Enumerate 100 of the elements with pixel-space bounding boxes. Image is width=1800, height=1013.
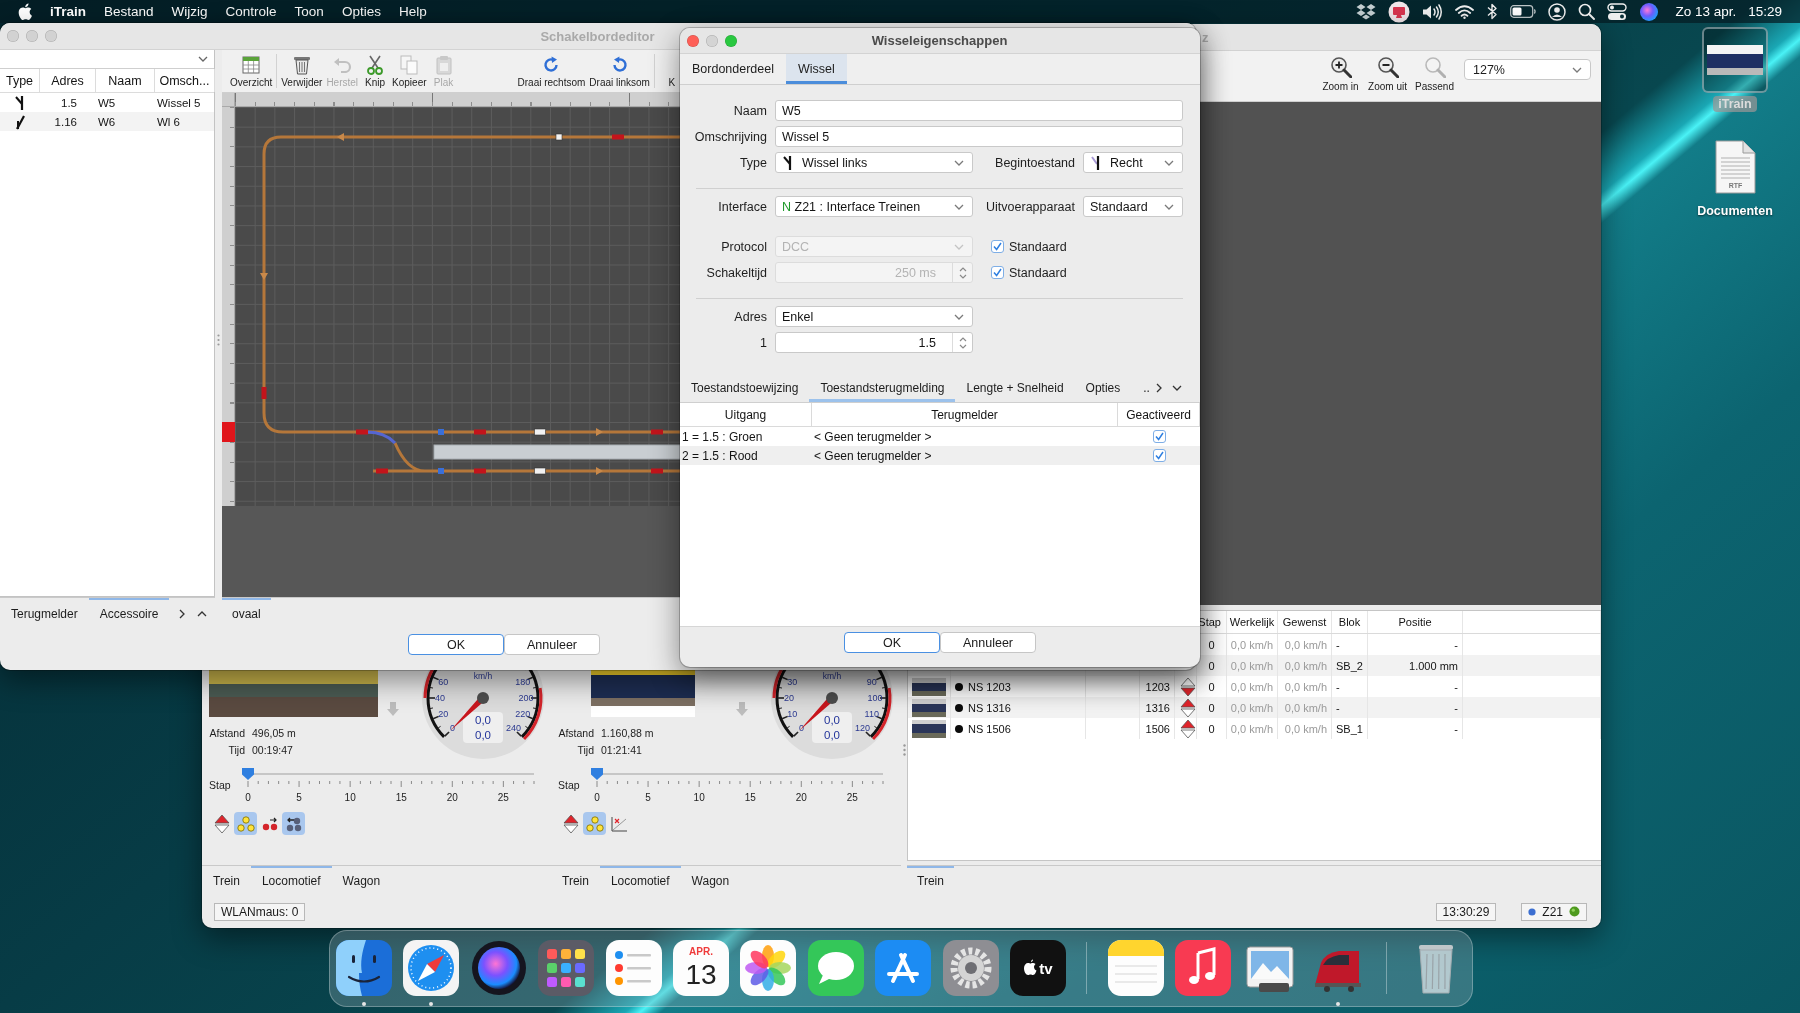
output-device-select[interactable]: Standaard (1083, 196, 1183, 217)
stepper-icon[interactable] (958, 335, 967, 350)
more-tabs-label[interactable]: .. (1143, 380, 1150, 395)
zoom-in-button[interactable]: Zoom in (1317, 56, 1364, 92)
function-toggle[interactable] (583, 812, 606, 835)
tab[interactable]: Accessoire (88, 598, 170, 630)
tab[interactable]: Locomotief (599, 866, 681, 895)
app-menu[interactable]: iTrain (50, 4, 86, 19)
splitter-grip-icon[interactable] (902, 744, 906, 756)
tab[interactable]: Toestandstoewijzing (680, 373, 810, 402)
tab[interactable]: Locomotief (250, 866, 332, 895)
desktop-icon-label[interactable]: Documenten (1692, 203, 1778, 219)
block-marker[interactable] (534, 467, 546, 475)
block-marker[interactable] (534, 428, 546, 436)
tab[interactable]: Wagon (680, 866, 741, 895)
toolbar-button[interactable]: Knip (360, 54, 391, 88)
column-header[interactable]: Werkelijk (1227, 611, 1278, 633)
tab[interactable]: Trein (202, 866, 251, 895)
flower-icon[interactable] (739, 939, 798, 997)
column-header[interactable]: Uitgang (680, 403, 812, 426)
toolbar-button[interactable]: Overzicht (228, 54, 275, 88)
column-header[interactable]: Naam (96, 69, 155, 92)
ok-button[interactable]: OK (408, 634, 504, 655)
user-icon[interactable] (1548, 2, 1567, 21)
tab[interactable]: Trein (907, 866, 954, 895)
address-spinner[interactable]: 1.5 (775, 332, 973, 353)
wifi-icon[interactable] (1455, 4, 1475, 19)
speech-bubble-icon[interactable] (806, 939, 865, 997)
search-icon[interactable] (1578, 3, 1596, 20)
name-field[interactable]: W5 (775, 100, 1183, 121)
splitter-grip-icon[interactable] (217, 334, 220, 346)
locomotive-photo-icon[interactable] (1702, 27, 1768, 93)
function-toggle[interactable] (234, 812, 257, 835)
menu-item[interactable]: Opties (341, 4, 381, 19)
column-header[interactable]: Gewenst (1278, 611, 1332, 633)
display-badge-icon[interactable] (1388, 0, 1411, 23)
music-note-icon[interactable] (1174, 939, 1233, 997)
cancel-button[interactable]: Annuleer (940, 632, 1036, 653)
slider-thumb[interactable] (242, 768, 254, 780)
ok-button[interactable]: OK (844, 632, 940, 653)
menu-item[interactable]: Wijzig (171, 4, 208, 19)
slider-thumb[interactable] (591, 768, 603, 780)
column-header[interactable]: Terugmelder (812, 403, 1118, 426)
interface-select[interactable]: N Z21 : Interface Treinen (775, 196, 973, 217)
fit-button[interactable]: Passend (1411, 56, 1458, 92)
description-field[interactable]: Wissel 5 (775, 126, 1183, 147)
signal-marker[interactable] (651, 429, 663, 435)
checklist-icon[interactable] (604, 939, 663, 997)
orb-icon[interactable] (469, 939, 528, 997)
toolbar-button[interactable]: Verwijder (279, 54, 325, 88)
toggles-icon[interactable] (1607, 2, 1628, 21)
apple-logo-icon[interactable] (18, 3, 32, 20)
sensor-marker[interactable] (438, 468, 444, 474)
tab[interactable]: Trein (551, 866, 600, 895)
tab[interactable]: Bordonderdeel (680, 54, 786, 84)
cancel-button[interactable]: Annuleer (504, 634, 600, 655)
gear-icon[interactable] (941, 939, 1000, 997)
tab[interactable]: Opties (1074, 373, 1132, 402)
tab[interactable]: ovaal (222, 598, 271, 630)
column-header[interactable]: Blok (1332, 611, 1368, 633)
smiley-tile-icon[interactable] (335, 939, 393, 997)
orb-icon[interactable] (1639, 1, 1660, 22)
calendar-icon[interactable]: APR. 13 (671, 939, 730, 997)
column-header[interactable]: Positie (1368, 611, 1463, 633)
initial-state-select[interactable]: Recht (1083, 152, 1183, 173)
function-toggle[interactable] (282, 812, 305, 835)
app-grid-icon[interactable] (537, 939, 596, 997)
tab[interactable]: Toestandsterugmelding (809, 373, 956, 402)
maximize-icon[interactable] (725, 34, 737, 47)
stacked-diamonds-icon[interactable] (1356, 3, 1377, 20)
address-mode-select[interactable]: Enkel (775, 306, 973, 327)
tv-icon[interactable]: tv (1008, 939, 1067, 997)
signal-marker[interactable] (356, 429, 368, 435)
tab[interactable]: Lengte + Snelheid (955, 373, 1075, 402)
signal-marker[interactable] (651, 468, 663, 474)
checkbox[interactable] (1152, 430, 1166, 443)
toolbar-button[interactable]: Draai rechtsom (515, 54, 588, 88)
tab[interactable]: Wissel (786, 54, 847, 84)
signal-marker[interactable] (376, 468, 388, 474)
signal-marker[interactable] (474, 429, 486, 435)
block-marker[interactable] (555, 133, 563, 141)
column-header[interactable]: Type (0, 69, 40, 92)
tab[interactable]: Terugmelder (0, 598, 89, 630)
column-header[interactable]: Adres (40, 69, 96, 92)
bluetooth-icon[interactable] (1486, 3, 1499, 20)
volume-icon[interactable] (1422, 3, 1444, 20)
menu-item[interactable]: Toon (294, 4, 324, 19)
compass-icon[interactable] (402, 939, 461, 997)
notepad-icon[interactable] (1106, 939, 1165, 997)
sensor-marker[interactable] (438, 429, 444, 435)
menu-item[interactable]: Bestand (104, 4, 154, 19)
toolbar-button[interactable]: Draai linksom (587, 54, 652, 88)
tab[interactable]: Wagon (331, 866, 392, 895)
menu-item[interactable]: Help (398, 4, 427, 19)
column-header[interactable]: Geactiveerd (1118, 403, 1200, 426)
letter-a-strokes-icon[interactable] (874, 939, 933, 997)
signal-marker[interactable] (261, 387, 267, 399)
zoom-out-button[interactable]: Zoom uit (1364, 56, 1411, 92)
signal-marker[interactable] (474, 468, 486, 474)
toolbar-button[interactable]: Kopieer (390, 54, 429, 88)
